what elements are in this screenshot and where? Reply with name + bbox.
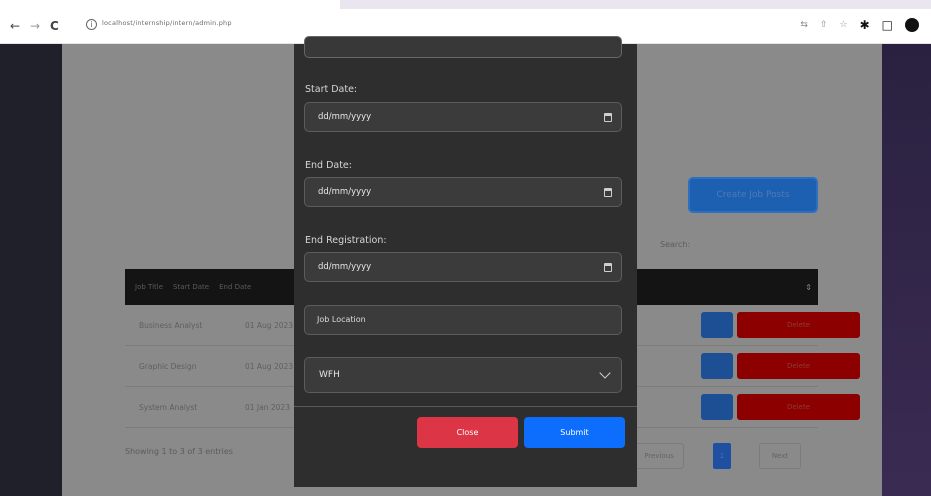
start-date-value: dd/mm/yyyy — [318, 112, 372, 122]
calendar-icon[interactable] — [604, 113, 612, 122]
url-text[interactable]: localhost/internship/intern/admin.php — [102, 19, 232, 27]
close-button[interactable]: Close — [417, 417, 518, 448]
job-location-input[interactable]: Job Location — [304, 305, 622, 335]
start-date-input[interactable]: dd/mm/yyyy — [304, 102, 622, 132]
address-bar[interactable]: i localhost/internship/intern/admin.php — [78, 15, 778, 35]
end-date-label: End Date: — [305, 160, 352, 171]
translate-icon[interactable]: ⇆ — [800, 20, 808, 30]
end-registration-value: dd/mm/yyyy — [318, 262, 372, 272]
edit-button[interactable] — [701, 312, 733, 338]
delete-button[interactable]: Delete — [737, 353, 860, 379]
extension-icons: ⇆ ⇧ ☆ ✱ □ — [800, 15, 919, 35]
forward-icon[interactable]: → — [30, 19, 40, 33]
pagination-previous[interactable]: Previous — [634, 443, 684, 469]
reload-icon[interactable]: C — [50, 19, 59, 33]
work-mode-value: WFH — [319, 370, 340, 380]
delete-button[interactable]: Delete — [737, 394, 860, 420]
end-registration-label: End Registration: — [305, 235, 387, 246]
column-header[interactable]: Job Title — [125, 283, 163, 291]
sort-icon[interactable]: ⇕ — [805, 283, 812, 292]
tab-strip — [0, 0, 931, 9]
delete-button[interactable]: Delete — [737, 312, 860, 338]
profile-avatar[interactable] — [905, 18, 919, 32]
job-title-cell: Graphic Design — [139, 361, 197, 371]
job-title-cell: Business Analyst — [139, 320, 203, 330]
pagination-page-1[interactable]: 1 — [713, 443, 731, 469]
site-info-icon[interactable]: i — [86, 19, 97, 30]
job-title-cell: System Analyst — [139, 402, 198, 412]
column-header[interactable]: Start Date — [163, 283, 209, 291]
calendar-icon[interactable] — [604, 188, 612, 197]
active-tab[interactable] — [0, 0, 340, 9]
sidebar-icon[interactable]: □ — [882, 18, 893, 32]
back-icon[interactable]: ← — [10, 19, 20, 33]
modal-footer-divider — [294, 406, 637, 407]
modal-body: Start Date: dd/mm/yyyy End Date: dd/mm/y… — [294, 36, 637, 406]
edit-button[interactable] — [701, 353, 733, 379]
table-info-text: Showing 1 to 3 of 3 entries — [125, 447, 233, 456]
right-dark-panel — [882, 44, 931, 496]
chevron-down-icon — [599, 367, 611, 379]
work-mode-select[interactable]: WFH — [304, 357, 622, 393]
extensions-icon[interactable]: ✱ — [860, 18, 870, 32]
end-date-input[interactable]: dd/mm/yyyy — [304, 177, 622, 207]
start-date-cell: 01 Aug 2023 — [245, 320, 294, 330]
share-icon[interactable]: ⇧ — [820, 20, 828, 30]
start-date-cell: 01 Jan 2023 — [245, 402, 290, 412]
column-header[interactable]: End Date — [209, 283, 251, 291]
calendar-icon[interactable] — [604, 263, 612, 272]
create-job-button[interactable]: Create Job Posts — [688, 177, 818, 213]
submit-button[interactable]: Submit — [524, 417, 625, 448]
create-job-modal: Start Date: dd/mm/yyyy End Date: dd/mm/y… — [294, 36, 637, 487]
end-date-value: dd/mm/yyyy — [318, 187, 372, 197]
start-date-cell: 01 Aug 2023 — [245, 361, 294, 371]
left-dark-panel — [0, 44, 62, 496]
edit-button[interactable] — [701, 394, 733, 420]
search-label: Search: — [660, 240, 691, 249]
previous-field-input[interactable] — [304, 36, 622, 58]
job-location-placeholder: Job Location — [317, 315, 366, 324]
start-date-label: Start Date: — [305, 84, 358, 95]
bookmark-icon[interactable]: ☆ — [840, 20, 848, 30]
pagination-next[interactable]: Next — [759, 443, 801, 469]
end-registration-input[interactable]: dd/mm/yyyy — [304, 252, 622, 282]
